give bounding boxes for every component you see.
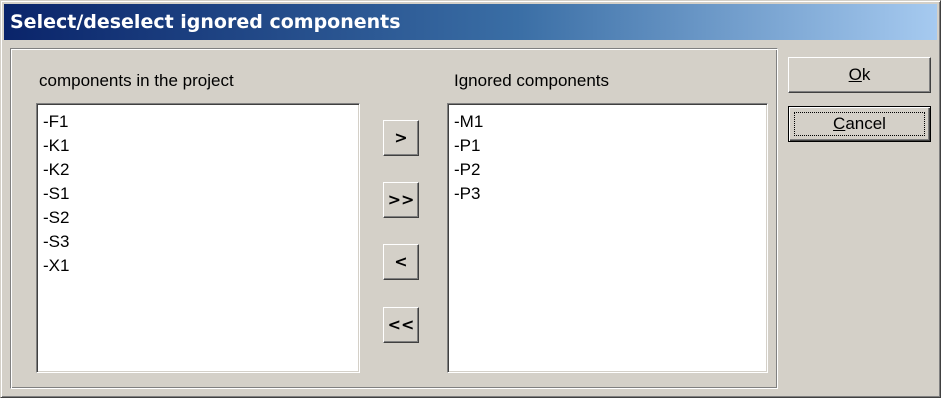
cancel-button-label: Cancel — [833, 114, 886, 133]
list-item[interactable]: -P1 — [454, 134, 767, 158]
ok-button-label: Ok — [849, 65, 871, 84]
dialog-window: Select/deselect ignored components compo… — [0, 0, 941, 398]
project-components-list[interactable]: -F1 -K1 -K2 -S1 -S2 -S3 -X1 — [36, 103, 360, 373]
cancel-button[interactable]: Cancel — [788, 106, 931, 142]
list-item[interactable]: -K1 — [43, 134, 359, 158]
list-item[interactable]: -K2 — [43, 158, 359, 182]
ok-button[interactable]: Ok — [788, 57, 931, 93]
move-all-left-button[interactable]: << — [383, 307, 419, 343]
move-all-right-button[interactable]: >> — [383, 182, 419, 218]
ok-label-rest: k — [861, 65, 871, 84]
list-item[interactable]: -M1 — [454, 110, 767, 134]
cancel-mnemonic: C — [833, 114, 846, 133]
list-item[interactable]: -P3 — [454, 182, 767, 206]
move-selected-right-button[interactable]: > — [383, 120, 419, 156]
move-selected-left-button[interactable]: < — [383, 244, 419, 280]
list-item[interactable]: -P2 — [454, 158, 767, 182]
ignored-components-list[interactable]: -M1 -P1 -P2 -P3 — [447, 103, 768, 373]
ignored-components-label: Ignored components — [454, 71, 609, 90]
list-item[interactable]: -S3 — [43, 230, 359, 254]
project-components-label: components in the project — [39, 71, 234, 90]
list-item[interactable]: -F1 — [43, 110, 359, 134]
list-item[interactable]: -S1 — [43, 182, 359, 206]
list-item[interactable]: -S2 — [43, 206, 359, 230]
list-item[interactable]: -X1 — [43, 254, 359, 278]
dialog-title: Select/deselect ignored components — [4, 4, 937, 40]
cancel-label-rest: ancel — [845, 114, 886, 133]
ok-mnemonic: O — [848, 65, 862, 84]
